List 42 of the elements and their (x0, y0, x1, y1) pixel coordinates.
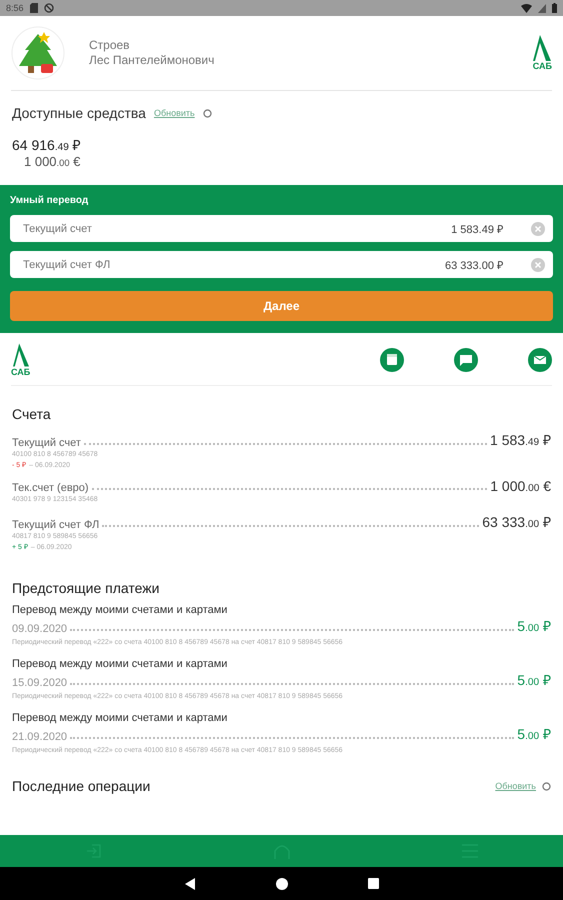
payment-date: 21.09.2020 (12, 731, 68, 743)
section-title: Счета (12, 406, 52, 422)
status-time: 8:56 (6, 3, 24, 13)
account-balance: 1 000.00 € (490, 478, 551, 494)
section-title: Последние операции (12, 778, 150, 794)
payment-date: 09.09.2020 (12, 623, 68, 635)
funds-title: Доступные средства (12, 105, 146, 121)
avatar-tree-icon (11, 26, 65, 80)
payment-amount: 5.00 ₽ (517, 617, 551, 635)
account-name[interactable]: Текущий счет ФЛ (12, 519, 100, 531)
full-name: Лес Пантелеймонович (89, 53, 216, 68)
balance-amount: 1 000.00 € (24, 154, 82, 169)
calendar-icon[interactable] (380, 348, 404, 372)
account-balance: 1 583.49 ₽ (490, 431, 551, 449)
surname: Строев (89, 38, 131, 53)
chat-icon[interactable] (454, 348, 478, 372)
account-name[interactable]: Тек.счет (евро) (12, 482, 89, 494)
bank-logo-icon (12, 343, 29, 367)
logo-text: САБ (11, 367, 30, 377)
battery-icon (552, 3, 557, 13)
bank-logo-icon (533, 35, 552, 61)
account-balance: 63 333.00 ₽ (482, 513, 551, 531)
payment-title[interactable]: Перевод между моими счетами и картами (12, 712, 551, 724)
home-icon[interactable] (276, 878, 288, 890)
payment-amount: 5.00 ₽ (517, 725, 551, 743)
mail-icon[interactable] (528, 348, 552, 372)
account-field[interactable]: Текущий счет ФЛ 63 333.00 ₽ (10, 251, 553, 278)
payment-title[interactable]: Перевод между моими счетами и картами (12, 658, 551, 670)
payment-date: 15.09.2020 (12, 677, 68, 689)
signal-icon (538, 4, 546, 12)
payment-title[interactable]: Перевод между моими счетами и картами (12, 604, 551, 616)
logo-text: САБ (532, 61, 552, 71)
back-icon[interactable] (184, 878, 196, 890)
account-name[interactable]: Текущий счет (12, 437, 81, 449)
blocked-icon (44, 3, 54, 13)
payment-amount: 5.00 ₽ (517, 671, 551, 689)
wifi-icon (521, 4, 532, 12)
sim-icon (30, 3, 38, 13)
section-title: Умный перевод (10, 195, 90, 206)
balance-amount: 64 916.49 ₽ (12, 136, 82, 154)
section-title: Предстоящие платежи (12, 580, 160, 596)
account-field[interactable]: Текущий счет 1 583.49 ₽ (10, 215, 553, 242)
